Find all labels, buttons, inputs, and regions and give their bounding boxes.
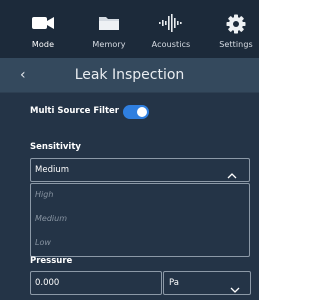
sound-wave-icon bbox=[140, 14, 202, 34]
page-title: Leak Inspection bbox=[74, 67, 185, 83]
pressure-unit-value: Pa bbox=[169, 278, 179, 288]
tab-memory[interactable]: Memory bbox=[78, 0, 140, 58]
tab-settings[interactable]: Settings bbox=[205, 0, 259, 58]
multi-source-filter-toggle[interactable] bbox=[123, 105, 149, 119]
tab-mode[interactable]: Mode bbox=[12, 0, 74, 58]
gear-icon bbox=[205, 14, 259, 34]
sensitivity-option-medium[interactable]: Medium bbox=[35, 214, 67, 223]
sensitivity-dropdown-list: High Medium Low bbox=[30, 183, 250, 257]
chevron-up-icon bbox=[227, 166, 237, 179]
toggle-knob bbox=[137, 107, 147, 117]
chevron-down-icon bbox=[230, 280, 240, 293]
pressure-label: Pressure bbox=[30, 256, 73, 264]
sensitivity-selected-value: Medium bbox=[35, 165, 69, 175]
tab-acoustics-label: Acoustics bbox=[151, 40, 191, 49]
header-divider bbox=[0, 92, 259, 93]
pressure-unit-select[interactable]: Pa bbox=[163, 271, 251, 295]
top-tab-bar: Mode Memory Acoustics Settings bbox=[0, 0, 259, 58]
video-camera-icon bbox=[12, 14, 74, 34]
tab-acoustics[interactable]: Acoustics bbox=[140, 0, 202, 58]
tab-mode-label: Mode bbox=[31, 40, 55, 49]
tab-memory-label: Memory bbox=[92, 40, 126, 49]
pressure-input[interactable]: 0.000 bbox=[30, 271, 162, 295]
page-header: ‹ Leak Inspection bbox=[0, 58, 259, 92]
sensitivity-option-low[interactable]: Low bbox=[35, 238, 51, 247]
folder-icon bbox=[78, 14, 140, 34]
sensitivity-option-high[interactable]: High bbox=[35, 190, 53, 199]
app-screen: Mode Memory Acoustics Settings ‹ Leak In… bbox=[0, 0, 259, 300]
tab-settings-label: Settings bbox=[219, 40, 253, 49]
multi-source-filter-label: Multi Source Filter bbox=[30, 106, 119, 116]
pressure-value: 0.000 bbox=[35, 278, 60, 288]
sensitivity-select[interactable]: Medium bbox=[30, 158, 250, 182]
sensitivity-label: Sensitivity bbox=[30, 142, 81, 152]
